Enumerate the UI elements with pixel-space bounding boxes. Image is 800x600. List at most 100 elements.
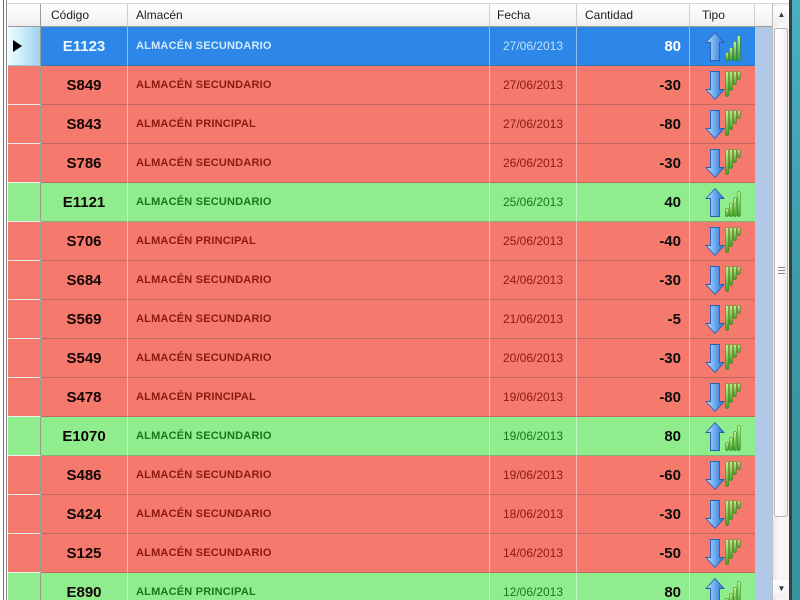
cell-cantidad[interactable]: -30 [577,495,690,534]
row-header[interactable] [8,573,41,600]
cell-tipo[interactable] [690,456,755,495]
cell-cantidad[interactable]: -40 [577,222,690,261]
cell-codigo[interactable]: E890 [41,573,128,600]
scroll-down-button[interactable]: ▼ [773,580,790,597]
cell-fecha[interactable]: 19/06/2013 [490,456,577,495]
cell-fecha[interactable]: 27/06/2013 [490,105,577,144]
cell-tipo[interactable] [690,261,755,300]
cell-tipo[interactable] [690,495,755,534]
cell-almacen[interactable]: ALMACÉN SECUNDARIO [128,261,490,300]
cell-tipo[interactable] [690,27,755,66]
table-row[interactable]: S569 ALMACÉN SECUNDARIO 21/06/2013 -5 [8,300,755,339]
cell-almacen[interactable]: ALMACÉN PRINCIPAL [128,573,490,600]
column-header-cantidad[interactable]: Cantidad [577,4,690,27]
cell-cantidad[interactable]: -80 [577,105,690,144]
row-header[interactable] [8,456,41,495]
row-header[interactable] [8,261,41,300]
cell-tipo[interactable] [690,105,755,144]
cell-cantidad[interactable]: -60 [577,456,690,495]
cell-cantidad[interactable]: -30 [577,339,690,378]
row-header[interactable] [8,27,41,66]
cell-almacen[interactable]: ALMACÉN SECUNDARIO [128,300,490,339]
cell-tipo[interactable] [690,534,755,573]
cell-codigo[interactable]: S424 [41,495,128,534]
cell-codigo[interactable]: S478 [41,378,128,417]
cell-fecha[interactable]: 18/06/2013 [490,495,577,534]
column-header-almacen[interactable]: Almacén [128,4,490,27]
row-header[interactable] [8,66,41,105]
cell-almacen[interactable]: ALMACÉN SECUNDARIO [128,66,490,105]
table-row[interactable]: S424 ALMACÉN SECUNDARIO 18/06/2013 -30 [8,495,755,534]
cell-tipo[interactable] [690,144,755,183]
cell-fecha[interactable]: 20/06/2013 [490,339,577,378]
cell-cantidad[interactable]: 80 [577,417,690,456]
cell-tipo[interactable] [690,66,755,105]
cell-cantidad[interactable]: -5 [577,300,690,339]
cell-almacen[interactable]: ALMACÉN SECUNDARIO [128,456,490,495]
cell-tipo[interactable] [690,183,755,222]
cell-codigo[interactable]: S486 [41,456,128,495]
cell-fecha[interactable]: 12/06/2013 [490,573,577,600]
cell-fecha[interactable]: 25/06/2013 [490,222,577,261]
cell-almacen[interactable]: ALMACÉN PRINCIPAL [128,222,490,261]
cell-tipo[interactable] [690,417,755,456]
row-header[interactable] [8,495,41,534]
cell-codigo[interactable]: E1070 [41,417,128,456]
cell-cantidad[interactable]: -30 [577,66,690,105]
cell-codigo[interactable]: S549 [41,339,128,378]
scrollbar-thumb[interactable] [774,28,788,517]
cell-almacen[interactable]: ALMACÉN SECUNDARIO [128,183,490,222]
row-header[interactable] [8,105,41,144]
column-header-fecha[interactable]: Fecha [490,4,577,27]
row-header[interactable] [8,183,41,222]
cell-almacen[interactable]: ALMACÉN SECUNDARIO [128,417,490,456]
column-header-codigo[interactable]: Código [41,4,128,27]
table-row[interactable]: S706 ALMACÉN PRINCIPAL 25/06/2013 -40 [8,222,755,261]
cell-fecha[interactable]: 19/06/2013 [490,417,577,456]
cell-fecha[interactable]: 24/06/2013 [490,261,577,300]
column-header-tipo[interactable]: Tipo [690,4,755,27]
cell-fecha[interactable]: 25/06/2013 [490,183,577,222]
table-row[interactable]: E1123 ALMACÉN SECUNDARIO 27/06/2013 80 [8,27,755,66]
cell-codigo[interactable]: E1121 [41,183,128,222]
table-row[interactable]: S478 ALMACÉN PRINCIPAL 19/06/2013 -80 [8,378,755,417]
cell-fecha[interactable]: 19/06/2013 [490,378,577,417]
table-row[interactable]: E1121 ALMACÉN SECUNDARIO 25/06/2013 40 [8,183,755,222]
table-row[interactable]: S843 ALMACÉN PRINCIPAL 27/06/2013 -80 [8,105,755,144]
cell-cantidad[interactable]: -50 [577,534,690,573]
cell-codigo[interactable]: S706 [41,222,128,261]
cell-tipo[interactable] [690,339,755,378]
cell-almacen[interactable]: ALMACÉN SECUNDARIO [128,495,490,534]
cell-codigo[interactable]: S786 [41,144,128,183]
table-row[interactable]: S549 ALMACÉN SECUNDARIO 20/06/2013 -30 [8,339,755,378]
cell-cantidad[interactable]: 40 [577,183,690,222]
vertical-scrollbar[interactable]: ▲ ▼ [772,4,790,600]
row-header[interactable] [8,222,41,261]
cell-almacen[interactable]: ALMACÉN PRINCIPAL [128,105,490,144]
table-row[interactable]: E1070 ALMACÉN SECUNDARIO 19/06/2013 80 [8,417,755,456]
cell-cantidad[interactable]: -80 [577,378,690,417]
cell-tipo[interactable] [690,222,755,261]
table-row[interactable]: S125 ALMACÉN SECUNDARIO 14/06/2013 -50 [8,534,755,573]
cell-fecha[interactable]: 27/06/2013 [490,27,577,66]
cell-tipo[interactable] [690,378,755,417]
cell-almacen[interactable]: ALMACÉN PRINCIPAL [128,378,490,417]
cell-fecha[interactable]: 26/06/2013 [490,144,577,183]
cell-codigo[interactable]: E1123 [41,27,128,66]
table-row[interactable]: S684 ALMACÉN SECUNDARIO 24/06/2013 -30 [8,261,755,300]
row-header[interactable] [8,378,41,417]
cell-codigo[interactable]: S843 [41,105,128,144]
cell-tipo[interactable] [690,300,755,339]
row-header[interactable] [8,144,41,183]
cell-almacen[interactable]: ALMACÉN SECUNDARIO [128,144,490,183]
cell-codigo[interactable]: S569 [41,300,128,339]
row-header[interactable] [8,417,41,456]
cell-cantidad[interactable]: 80 [577,27,690,66]
cell-tipo[interactable] [690,573,755,600]
table-row[interactable]: E890 ALMACÉN PRINCIPAL 12/06/2013 80 [8,573,755,600]
cell-almacen[interactable]: ALMACÉN SECUNDARIO [128,534,490,573]
table-row[interactable]: S486 ALMACÉN SECUNDARIO 19/06/2013 -60 [8,456,755,495]
cell-fecha[interactable]: 27/06/2013 [490,66,577,105]
row-header[interactable] [8,339,41,378]
cell-codigo[interactable]: S684 [41,261,128,300]
